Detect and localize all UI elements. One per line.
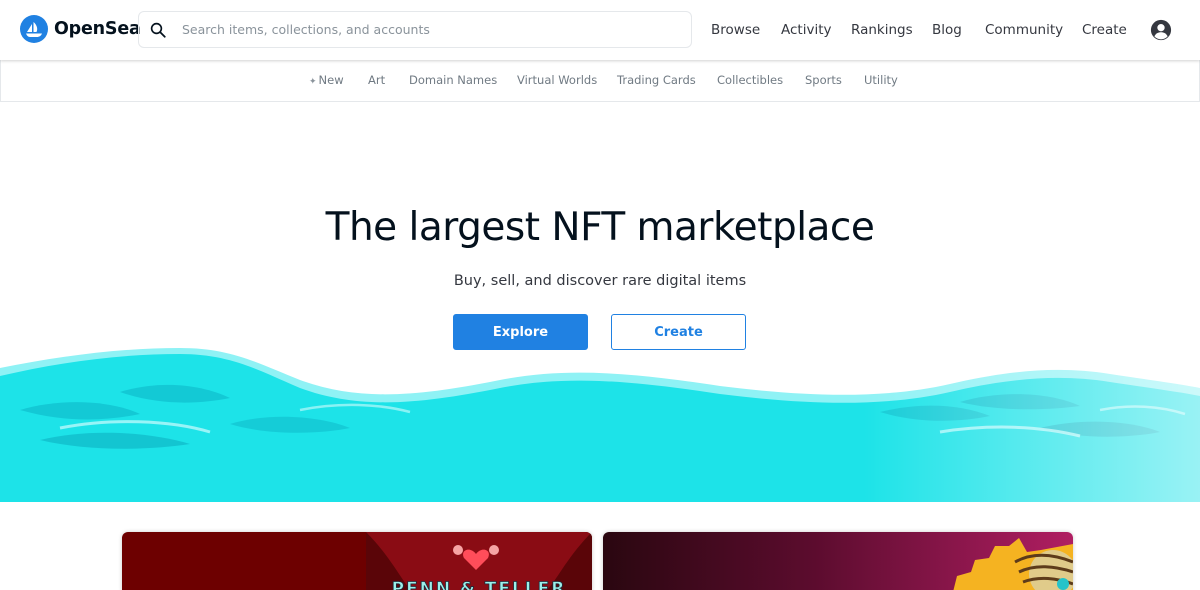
account-circle-icon[interactable] [1150,19,1172,41]
hero-title: The largest NFT marketplace [325,205,875,250]
featured-card[interactable] [603,532,1073,590]
nav-activity[interactable]: Activity [781,22,832,38]
category-trading-cards[interactable]: Trading Cards [617,73,696,87]
category-new[interactable]: ✦ New [309,73,344,87]
featured-art-image: PENN & TELLER [366,532,592,590]
category-utility[interactable]: Utility [864,73,898,87]
category-collectibles[interactable]: Collectibles [717,73,783,87]
nav-create[interactable]: Create [1082,22,1127,38]
nav-blog[interactable]: Blog [932,22,962,38]
category-domain-names[interactable]: Domain Names [409,73,497,87]
search-input[interactable] [182,22,682,37]
nav-rankings[interactable]: Rankings [851,22,913,38]
nav-community[interactable]: Community [985,22,1063,38]
sparkle-icon: ✦ [309,77,317,87]
category-art[interactable]: Art [368,73,385,87]
category-sports[interactable]: Sports [805,73,842,87]
featured-art-text: PENN & TELLER [392,579,567,590]
hero-subtitle: Buy, sell, and discover rare digital ite… [453,273,747,289]
category-virtual-worlds[interactable]: Virtual Worlds [517,73,597,87]
logo-link[interactable]: OpenSea [20,15,141,43]
featured-card[interactable]: PENN & TELLER [122,532,592,590]
category-bar: ✦ New Art Domain Names Virtual Worlds Tra… [0,60,1200,102]
nav-browse[interactable]: Browse [711,22,760,38]
cartoon-art-icon [953,538,1073,590]
category-new-label: New [318,73,344,87]
opensea-logo-icon [20,15,48,43]
top-navbar: OpenSea Browse Activity Rankings Blog Co… [0,0,1200,60]
search-box[interactable] [138,11,692,48]
search-icon [150,22,166,38]
brand-name: OpenSea [54,19,141,39]
ocean-wave-illustration [0,340,1200,502]
